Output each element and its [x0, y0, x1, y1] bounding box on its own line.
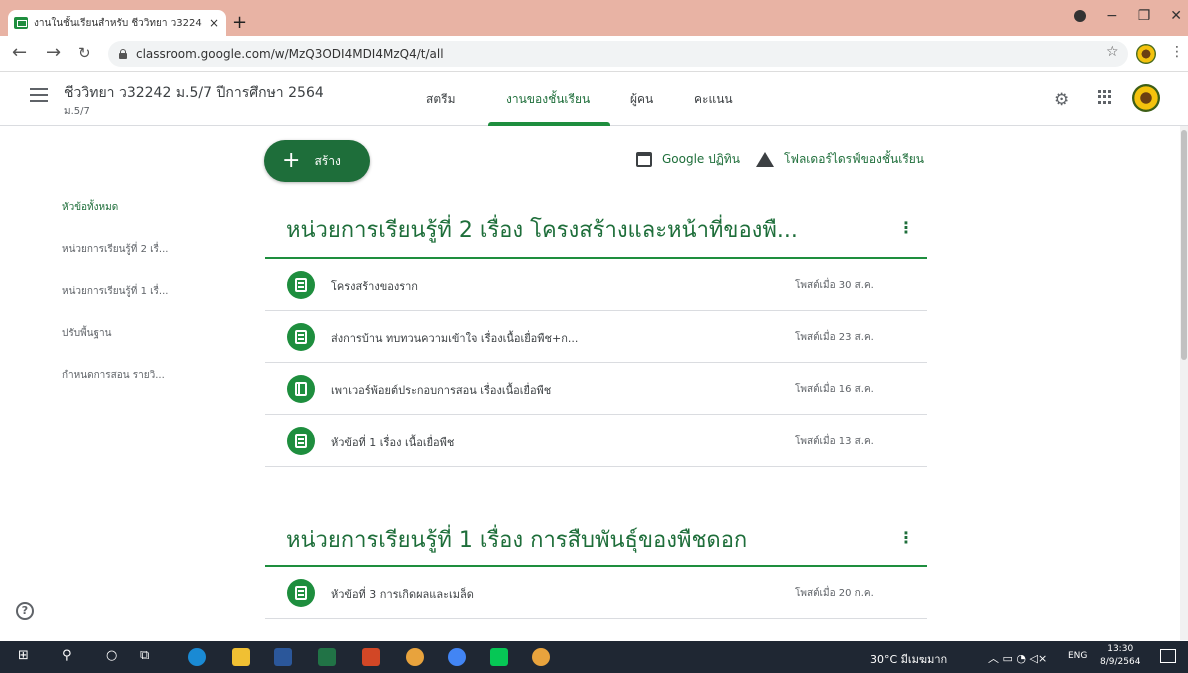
classwork-item[interactable]: เพาเวอร์พ้อยต์ประกอบการสอน เรื่องเนื้อเย…	[265, 363, 927, 415]
lock-icon[interactable]	[118, 49, 128, 59]
classwork-item-title: หัวข้อที่ 1 เรื่อง เนื้อเยื่อพืช	[331, 436, 455, 449]
chrome-active-icon[interactable]	[532, 648, 550, 666]
assignment-icon	[287, 271, 315, 299]
profile-dot-icon[interactable]	[1073, 10, 1086, 22]
google-calendar-link[interactable]: Google ปฏิทิน	[636, 150, 740, 169]
hamburger-menu-icon[interactable]	[30, 88, 48, 102]
file-explorer-icon[interactable]	[232, 648, 250, 666]
reload-icon[interactable]: ↻	[78, 44, 91, 62]
help-icon[interactable]: ?	[16, 602, 34, 620]
classroom-favicon-icon	[14, 17, 28, 29]
line-icon[interactable]	[490, 648, 508, 666]
browser-tab-title: งานในชั้นเรียนสำหรับ ชีววิทยา ว3224	[34, 17, 202, 29]
address-bar: ← → ↻ classroom.google.com/w/MzQ3ODI4MDI…	[0, 36, 1188, 72]
search-icon[interactable]: ⚲	[62, 648, 72, 666]
classwork-item[interactable]: หัวข้อที่ 3 การเกิดผลและเมล็ด โพสต์เมื่อ…	[265, 567, 927, 619]
classroom-header: ชีววิทยา ว32242 ม.5/7 ปีการศึกษา 2564 ม.…	[0, 72, 1188, 126]
weather-widget[interactable]: 30°C มีเมฆมาก	[870, 650, 947, 668]
assignment-icon	[287, 427, 315, 455]
classwork-item-title: ส่งการบ้าน ทบทวนความเข้าใจ เรื่องเนื้อเย…	[331, 332, 579, 345]
classwork-item-date: โพสต์เมื่อ 16 ส.ค.	[795, 384, 874, 395]
browser-tab[interactable]: งานในชั้นเรียนสำหรับ ชีววิทยา ว3224 ×	[8, 10, 226, 36]
page-scrollbar[interactable]	[1180, 126, 1188, 640]
window-controls: − ❐ ✕	[1073, 8, 1182, 24]
url-input[interactable]: classroom.google.com/w/MzQ3ODI4MDI4MzQ4/…	[108, 41, 1128, 67]
clock-date: 8/9/2564	[1100, 657, 1141, 667]
word-icon[interactable]	[274, 648, 292, 666]
classwork-item-date: โพสต์เมื่อ 30 ส.ค.	[795, 280, 874, 291]
classwork-item-title: โครงสร้างของราก	[331, 280, 418, 293]
topic-more-icon[interactable]: ⋮	[898, 528, 914, 547]
topic-title[interactable]: หน่วยการเรียนรู้ที่ 1 เรื่อง การสืบพันธุ…	[286, 522, 747, 557]
sidebar-item-unit-2[interactable]: หน่วยการเรียนรู้ที่ 2 เรื่...	[62, 242, 168, 257]
cortana-icon[interactable]: ○	[106, 648, 117, 666]
create-button[interactable]: + สร้าง	[264, 140, 370, 182]
classwork-item-date: โพสต์เมื่อ 20 ก.ค.	[795, 588, 874, 599]
classwork-item[interactable]: โครงสร้างของราก โพสต์เมื่อ 30 ส.ค.	[265, 259, 927, 311]
classwork-item[interactable]: หัวข้อที่ 1 เรื่อง เนื้อเยื่อพืช โพสต์เม…	[265, 415, 927, 467]
active-tab-indicator	[488, 122, 610, 126]
calendar-link-label: Google ปฏิทิน	[662, 152, 740, 166]
apps-grid-icon[interactable]	[1098, 90, 1112, 104]
tab-stream[interactable]: สตรีม	[426, 90, 455, 109]
browser-tab-strip: งานในชั้นเรียนสำหรับ ชีววิทยา ว3224 × + …	[0, 0, 1188, 36]
calendar-icon	[636, 152, 652, 167]
scrollbar-thumb[interactable]	[1181, 130, 1187, 360]
sidebar-item-all-topics[interactable]: หัวข้อทั้งหมด	[62, 200, 118, 215]
classwork-item[interactable]: ส่งการบ้าน ทบทวนความเข้าใจ เรื่องเนื้อเย…	[265, 311, 927, 363]
powerpoint-icon[interactable]	[362, 648, 380, 666]
drive-link-label: โฟลเดอร์ไดรฟ์ของชั้นเรียน	[784, 152, 925, 166]
classwork-item-date: โพสต์เมื่อ 23 ส.ค.	[795, 332, 874, 343]
topic-more-icon[interactable]: ⋮	[898, 218, 914, 237]
close-window-icon[interactable]: ✕	[1170, 8, 1182, 24]
notification-center-icon[interactable]	[1160, 649, 1176, 663]
windows-start-icon[interactable]: ⊞	[18, 648, 29, 666]
classwork-item-date: โพสต์เมื่อ 13 ส.ค.	[795, 436, 874, 447]
back-icon[interactable]: ←	[12, 42, 27, 63]
plus-icon: +	[282, 148, 301, 173]
chrome-profile-icon[interactable]	[448, 648, 466, 666]
material-icon	[287, 375, 315, 403]
new-tab-button[interactable]: +	[232, 12, 247, 33]
classwork-item-title: หัวข้อที่ 3 การเกิดผลและเมล็ด	[331, 588, 474, 601]
chrome-icon[interactable]	[406, 648, 424, 666]
user-avatar[interactable]	[1132, 84, 1160, 112]
restore-icon[interactable]: ❐	[1138, 8, 1151, 24]
create-button-label: สร้าง	[314, 153, 341, 168]
clock-time: 13:30	[1107, 644, 1134, 654]
class-title[interactable]: ชีววิทยา ว32242 ม.5/7 ปีการศึกษา 2564	[64, 82, 324, 104]
tab-people[interactable]: ผู้คน	[630, 90, 653, 109]
excel-icon[interactable]	[318, 648, 336, 666]
assignment-icon	[287, 323, 315, 351]
sidebar-item-unit-1[interactable]: หน่วยการเรียนรู้ที่ 1 เรื่...	[62, 284, 168, 299]
minimize-icon[interactable]: −	[1106, 8, 1118, 24]
system-tray-icons[interactable]: ︿ ▭ ◔ ◁×	[988, 650, 1047, 666]
sidebar-item-schedule[interactable]: กำหนดการสอน รายวิ...	[62, 368, 165, 383]
settings-gear-icon[interactable]: ⚙	[1054, 90, 1069, 110]
taskbar-clock[interactable]: 13:30 8/9/2564	[1100, 643, 1140, 669]
input-language[interactable]: ENG	[1068, 651, 1087, 661]
class-section: ม.5/7	[64, 106, 90, 117]
browser-menu-icon[interactable]: ⋮	[1170, 44, 1184, 60]
url-text: classroom.google.com/w/MzQ3ODI4MDI4MzQ4/…	[136, 47, 444, 61]
drive-folder-link[interactable]: โฟลเดอร์ไดรฟ์ของชั้นเรียน	[756, 150, 924, 169]
forward-icon[interactable]: →	[46, 42, 61, 63]
windows-taskbar: ⊞ ⚲ ○ ⧉ 30°C มีเมฆมาก ︿ ▭ ◔ ◁× ENG 13:30…	[0, 641, 1188, 673]
sidebar-item-foundation[interactable]: ปรับพื้นฐาน	[62, 326, 111, 341]
drive-icon	[756, 152, 774, 167]
edge-icon[interactable]	[188, 648, 206, 666]
bookmark-star-icon[interactable]: ☆	[1106, 44, 1119, 60]
classwork-item-title: เพาเวอร์พ้อยต์ประกอบการสอน เรื่องเนื้อเย…	[331, 384, 552, 397]
task-view-icon[interactable]: ⧉	[140, 648, 149, 666]
browser-profile-avatar[interactable]	[1136, 44, 1156, 64]
assignment-icon	[287, 579, 315, 607]
close-tab-icon[interactable]: ×	[206, 16, 222, 30]
topic-title[interactable]: หน่วยการเรียนรู้ที่ 2 เรื่อง โครงสร้างแล…	[286, 212, 798, 247]
tab-grades[interactable]: คะแนน	[694, 90, 733, 109]
tab-classwork[interactable]: งานของชั้นเรียน	[506, 90, 590, 109]
